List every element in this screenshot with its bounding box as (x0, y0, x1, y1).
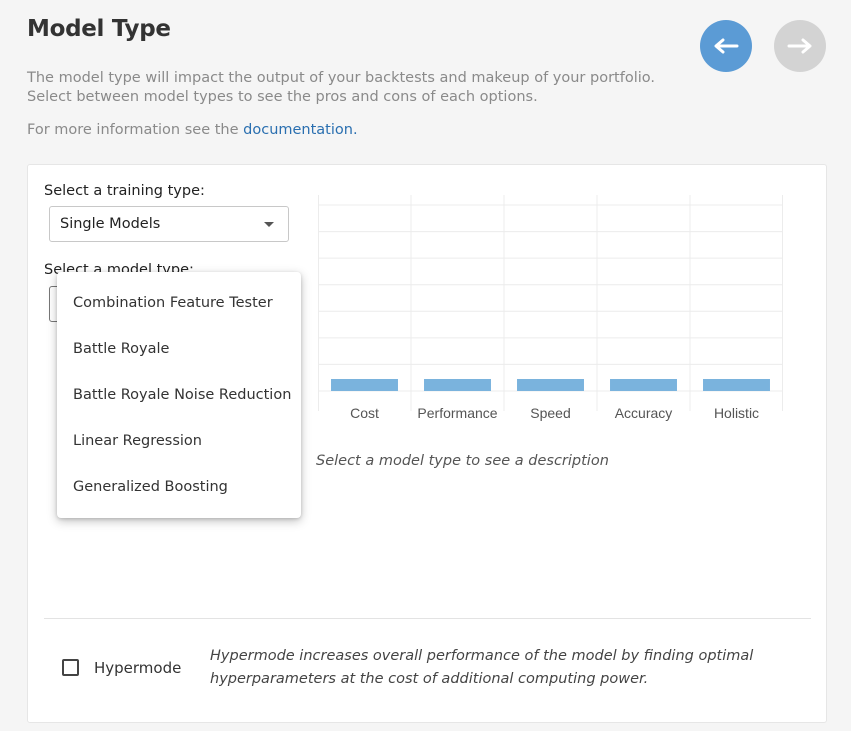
bar-accuracy (610, 379, 677, 391)
hypermode-description: Hypermode increases overall performance … (210, 648, 754, 687)
chart-bars (331, 379, 770, 391)
model-metrics-chart: Cost Performance Speed Accuracy Holistic (318, 195, 783, 421)
more-info-text: For more information see the documentati… (27, 122, 358, 138)
more-info-prefix: For more information see the (27, 122, 244, 138)
dropdown-item[interactable]: Battle Royale (57, 326, 301, 372)
dropdown-item[interactable]: Combination Feature Tester (57, 280, 301, 326)
hypermode-checkbox[interactable] (62, 659, 79, 676)
documentation-link[interactable]: documentation. (243, 122, 357, 138)
training-type-label: Select a training type: (44, 183, 205, 199)
bar-holistic (703, 379, 770, 391)
training-type-select[interactable]: Single Models (49, 206, 289, 242)
bar-speed (517, 379, 584, 391)
x-tick-label: Cost (350, 405, 379, 421)
x-tick-label: Performance (417, 405, 497, 421)
dropdown-item[interactable]: Battle Royale Noise Reduction (57, 372, 301, 418)
arrow-left-icon (714, 38, 739, 54)
model-description-placeholder: Select a model type to see a description (316, 453, 609, 469)
hypermode-label[interactable]: Hypermode (94, 659, 181, 677)
dropdown-item[interactable]: Generalized Boosting (57, 464, 301, 510)
forward-button[interactable] (774, 20, 826, 72)
x-tick-label: Holistic (714, 405, 759, 421)
bar-cost (331, 379, 398, 391)
back-button[interactable] (700, 20, 752, 72)
model-type-dropdown: Combination Feature Tester Battle Royale… (57, 272, 301, 518)
page-title: Model Type (27, 16, 171, 42)
arrow-right-icon (787, 38, 812, 54)
caret-down-icon (264, 222, 274, 227)
chart-grid (318, 195, 783, 411)
x-tick-label: Speed (530, 405, 570, 421)
section-divider (44, 618, 811, 619)
page-description: The model type will impact the output of… (27, 70, 655, 105)
training-type-value: Single Models (60, 216, 161, 232)
x-tick-label: Accuracy (615, 405, 673, 421)
bar-performance (424, 379, 491, 391)
dropdown-item[interactable]: Linear Regression (57, 418, 301, 464)
